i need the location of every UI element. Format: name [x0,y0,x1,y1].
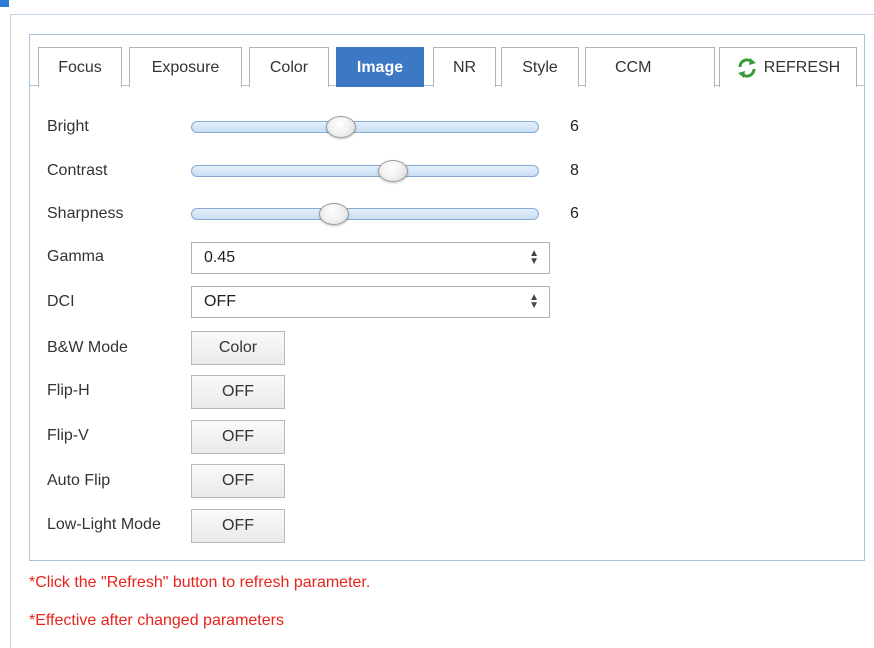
bright-slider[interactable] [191,116,539,138]
section-border [10,14,11,648]
dci-label: DCI [47,293,75,310]
flip-v-button[interactable]: OFF [191,420,285,454]
section-divider [10,14,874,15]
flip-h-label: Flip-H [47,382,90,399]
effective-note: *Effective after changed parameters [29,612,284,629]
contrast-slider[interactable] [191,160,539,182]
tab-nr[interactable]: NR [433,47,496,87]
tab-focus[interactable]: Focus [38,47,122,87]
refresh-icon [736,57,758,79]
contrast-value: 8 [570,162,579,179]
gamma-select[interactable]: 0.45 ▲ ▼ [191,242,550,274]
bright-label: Bright [47,118,89,135]
tab-color[interactable]: Color [249,47,329,87]
image-settings-panel: Focus Exposure Color Image NR Style CCM … [29,34,865,561]
flip-v-label: Flip-V [47,427,89,444]
contrast-label: Contrast [47,162,108,179]
sharpness-slider-handle[interactable] [318,203,349,225]
refresh-button[interactable]: REFRESH [719,47,857,87]
tab-style[interactable]: Style [501,47,579,87]
bright-slider-handle[interactable] [325,116,356,138]
bw-mode-label: B&W Mode [47,339,128,356]
bw-mode-button[interactable]: Color [191,331,285,365]
gamma-label: Gamma [47,248,104,265]
tab-ccm[interactable]: CCM [585,47,715,87]
header-fragment [0,0,9,7]
sharpness-label: Sharpness [47,205,124,222]
select-arrows-icon: ▲ ▼ [529,248,539,267]
auto-flip-label: Auto Flip [47,472,111,489]
sharpness-slider[interactable] [191,203,539,225]
refresh-note: *Click the "Refresh" button to refresh p… [29,574,371,591]
tab-exposure[interactable]: Exposure [129,47,242,87]
refresh-label: REFRESH [763,58,841,76]
gamma-select-value: 0.45 [204,249,236,266]
select-arrows-icon: ▲ ▼ [529,292,539,311]
flip-h-button[interactable]: OFF [191,375,285,409]
tab-image[interactable]: Image [336,47,424,87]
low-light-mode-label: Low-Light Mode [47,516,161,533]
contrast-slider-handle[interactable] [377,160,408,182]
dci-select-value: OFF [204,293,236,310]
bright-value: 6 [570,118,579,135]
sharpness-value: 6 [570,205,579,222]
low-light-mode-button[interactable]: OFF [191,509,285,543]
auto-flip-button[interactable]: OFF [191,464,285,498]
dci-select[interactable]: OFF ▲ ▼ [191,286,550,318]
tab-bar: Focus Exposure Color Image NR Style CCM … [30,35,864,87]
